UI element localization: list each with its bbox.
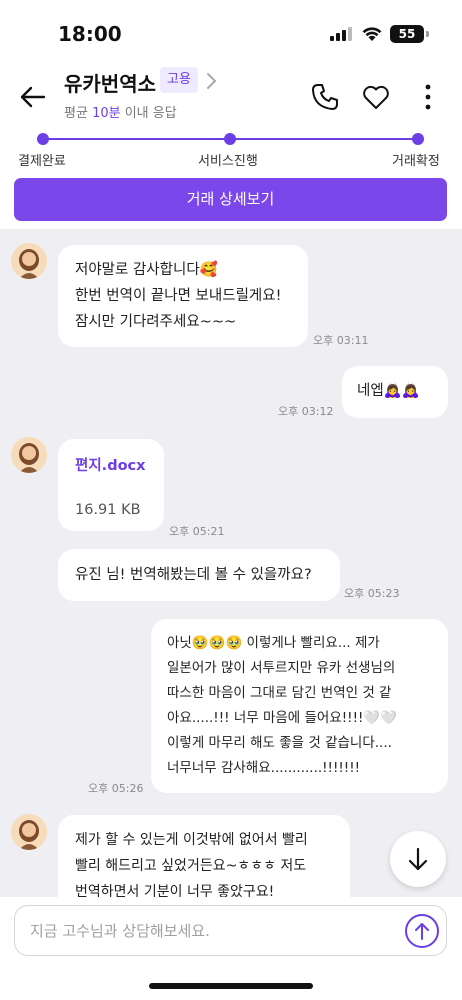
message-line: 번역하면서 기분이 너무 좋았구요! (75, 884, 275, 897)
deal-progress: 결제완료 서비스진행 거래확정 (0, 132, 462, 172)
heart-icon[interactable] (361, 82, 391, 112)
response-time: 평균 10분 이내 응답 (64, 102, 177, 121)
message-line: 빨리 해드리고 싶었거든요~ㅎㅎㅎ 저도 (75, 858, 307, 874)
message-line: 아요.....!!! 너무 마음에 들어요!!!!🤍🤍 (167, 710, 398, 726)
message-line: 따스한 마음이 그대로 담긴 번역인 것 같 (167, 685, 392, 701)
message-line: 네엡🙇‍♀️🙇‍♀️ (357, 383, 420, 399)
progress-dot-1 (37, 133, 49, 145)
status-bar: 18:00 55 (0, 0, 462, 62)
status-time: 18:00 (58, 22, 122, 46)
progress-step-payment: 결제완료 (18, 154, 66, 169)
message-bubble: 제가 할 수 있는게 이것밖에 없어서 빨리 빨리 해드리고 싶었거든요~ㅎㅎㅎ… (58, 815, 350, 897)
scroll-down-button[interactable] (390, 831, 446, 887)
file-size: 16.91 KB (75, 502, 141, 518)
battery-icon: 55 (390, 25, 424, 43)
progress-dot-2 (224, 133, 236, 145)
message-bubble: 네엡🙇‍♀️🙇‍♀️ (342, 366, 448, 418)
home-indicator (149, 983, 313, 989)
page-title[interactable]: 유카번역소 (64, 68, 156, 97)
message-line: 제가 할 수 있는게 이것밖에 없어서 빨리 (75, 832, 308, 848)
back-arrow-icon[interactable] (18, 82, 48, 112)
message-line: 너무너무 감사해요............!!!!!!! (167, 760, 361, 776)
avatar[interactable] (11, 243, 47, 279)
message-bubble: 저야말로 감사합니다🥰 한번 번역이 끝나면 보내드릴게요! 잠시만 기다려주세… (58, 245, 308, 347)
message-line: 일본어가 많이 서투르지만 유카 선생님의 (167, 660, 396, 676)
message-input-box[interactable] (14, 905, 447, 956)
more-icon[interactable] (418, 82, 438, 112)
message-time: 오후 03:11 (313, 334, 369, 347)
response-value: 10분 (92, 106, 121, 121)
message-line: 저야말로 감사합니다🥰 (75, 262, 218, 278)
hire-badge: 고용 (160, 67, 198, 93)
response-suffix: 이내 응답 (120, 106, 177, 121)
message-time: 오후 05:26 (88, 782, 144, 795)
file-name[interactable]: 편지.docx (75, 453, 147, 479)
battery-tip (426, 31, 429, 37)
message-line: 잠시만 기다려주세요~~~ (75, 314, 237, 330)
message-time: 오후 05:21 (169, 525, 225, 538)
avatar[interactable] (11, 437, 47, 473)
input-bar (0, 897, 462, 1000)
message-bubble: 유진 님! 번역해봤는데 볼 수 있을까요? (58, 549, 340, 601)
avatar[interactable] (11, 814, 47, 850)
signal-icon (330, 27, 354, 41)
deal-detail-button[interactable]: 거래 상세보기 (14, 178, 447, 221)
progress-dot-3 (412, 133, 424, 145)
message-time: 오후 05:23 (344, 587, 400, 600)
wifi-icon (362, 27, 382, 41)
message-line: 한번 번역이 끝나면 보내드릴게요! (75, 288, 282, 304)
message-bubble: 아닛🥹🥹🥹 이렇게나 빨리요... 제가 일본어가 많이 서투르지만 유카 선생… (151, 619, 448, 793)
send-arrow-icon[interactable] (404, 913, 440, 949)
response-prefix: 평균 (64, 106, 93, 121)
message-line: 아닛🥹🥹🥹 이렇게나 빨리요... 제가 (167, 635, 380, 651)
chat-header: 유카번역소 고용 평균 10분 이내 응답 (0, 62, 462, 132)
arrow-down-icon (408, 847, 428, 871)
message-line: 이렇게 마무리 해도 좋을 것 같습니다.... (167, 735, 392, 751)
message-input[interactable] (30, 906, 400, 955)
progress-step-service: 서비스진행 (198, 154, 258, 169)
file-attachment[interactable]: 편지.docx 16.91 KB (58, 439, 164, 531)
message-line: 유진 님! 번역해봤는데 볼 수 있을까요? (75, 567, 312, 583)
chevron-right-icon[interactable] (203, 71, 219, 91)
progress-step-confirm: 거래확정 (392, 154, 440, 169)
chat-area[interactable]: 저야말로 감사합니다🥰 한번 번역이 끝나면 보내드릴게요! 잠시만 기다려주세… (0, 229, 462, 897)
message-time: 오후 03:12 (278, 405, 334, 418)
phone-icon[interactable] (310, 82, 340, 112)
